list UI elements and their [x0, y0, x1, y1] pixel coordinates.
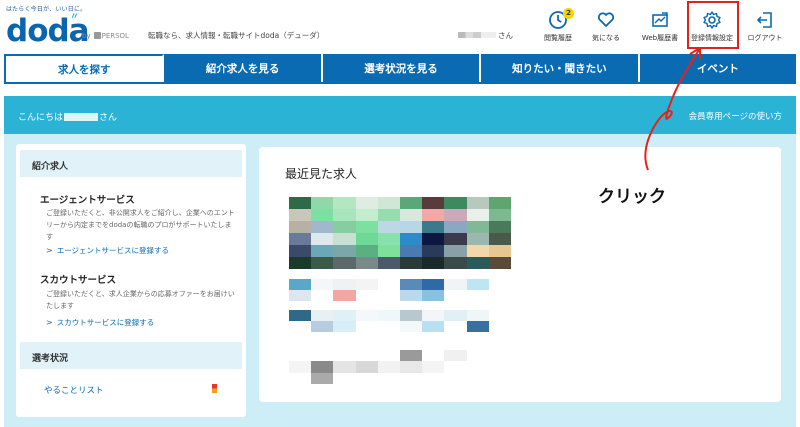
scout-service-link[interactable]: > スカウトサービスに登録する [46, 317, 154, 328]
todo-list-link[interactable]: やることリスト [44, 384, 104, 396]
recent-jobs-panel: 最近見た求人 [259, 147, 781, 402]
tab-introduced-jobs[interactable]: 紹介求人を見る [164, 54, 323, 83]
tab-selection-status[interactable]: 選考状況を見る [322, 54, 482, 83]
main-tabs: 求人を探す 紹介求人を見る 選考状況を見る 知りたい・聞きたい イベント [4, 54, 797, 83]
recent-job-detail[interactable] [289, 350, 511, 384]
site-copy: 転職なら、求人情報・転職サイトdoda（デューダ） [148, 31, 325, 40]
member-guide-link[interactable]: 会員専用ページの使い方 [689, 110, 782, 122]
todo-flag-icon [212, 384, 217, 393]
scout-service-desc: ご登録いただくと、求人企業からの応募オファーをお届けいたします [46, 290, 235, 310]
greeting-text: こんにちは さん [18, 113, 118, 123]
nav-web-resume-label: Web履歴書 [641, 34, 679, 42]
history-badge: 2 [563, 8, 574, 19]
doda-logo[interactable]: doda 〃 [6, 12, 90, 47]
persol-mark-icon [93, 32, 101, 39]
resume-icon [652, 12, 668, 27]
recent-job-position[interactable] [289, 310, 511, 332]
section-introduced-jobs: 紹介求人 [20, 150, 242, 177]
nav-history-label: 閲覧履歴 [544, 34, 572, 42]
tab-events[interactable]: イベント [639, 54, 797, 83]
nav-history[interactable]: 2 閲覧履歴 [534, 6, 582, 50]
tab-job-search[interactable]: 求人を探す [4, 54, 165, 83]
logout-icon [756, 12, 772, 28]
chevron-right-icon: > [46, 246, 53, 255]
scout-service-title: スカウトサービス [40, 275, 117, 286]
section-selection-status: 選考状況 [20, 342, 242, 369]
logo-mark-icon: 〃 [70, 12, 79, 22]
nav-logout-label: ログアウト [747, 34, 783, 42]
page: はたらく今日が、いい日に。 doda 〃 by PERSOL 転職なら、求人情報・転… [0, 0, 800, 427]
tab-learn-ask[interactable]: 知りたい・聞きたい [481, 54, 640, 83]
nav-favorites-label: 気になる [592, 34, 620, 42]
nav-logout[interactable]: ログアウト [741, 6, 789, 50]
greeting-band: こんにちは さん 会員専用ページの使い方 [4, 96, 796, 134]
agent-service-link[interactable]: > エージェントサービスに登録する [46, 245, 169, 256]
recent-jobs-title: 最近見た求人 [285, 167, 358, 181]
site-header: はたらく今日が、いい日に。 doda 〃 by PERSOL 転職なら、求人情報・転… [0, 0, 800, 52]
highlight-box [687, 1, 739, 49]
click-annotation: クリック [598, 187, 666, 207]
tab-underline [4, 82, 796, 84]
left-panel: 紹介求人 エージェントサービス ご登録いただくと、非公開求人をご紹介し、企業への… [16, 144, 246, 417]
recent-job-company[interactable] [289, 279, 511, 301]
nav-favorites[interactable]: 気になる [582, 6, 630, 50]
agent-service-desc: ご登録いただくと、非公開求人をご紹介し、企業へのエントリーから内定までをdoda… [46, 209, 235, 241]
logo-area[interactable]: はたらく今日が、いい日に。 doda 〃 by PERSOL [6, 4, 129, 47]
persol-byline: by PERSOL [82, 32, 129, 40]
nav-web-resume[interactable]: Web履歴書 [636, 6, 684, 50]
heart-icon [597, 12, 615, 27]
agent-service-title: エージェントサービス [40, 195, 135, 206]
masked-name [458, 32, 496, 38]
recent-job-image[interactable] [289, 197, 511, 269]
masked-name [64, 113, 99, 121]
username: さん [458, 30, 513, 41]
chevron-right-icon: > [46, 318, 53, 327]
